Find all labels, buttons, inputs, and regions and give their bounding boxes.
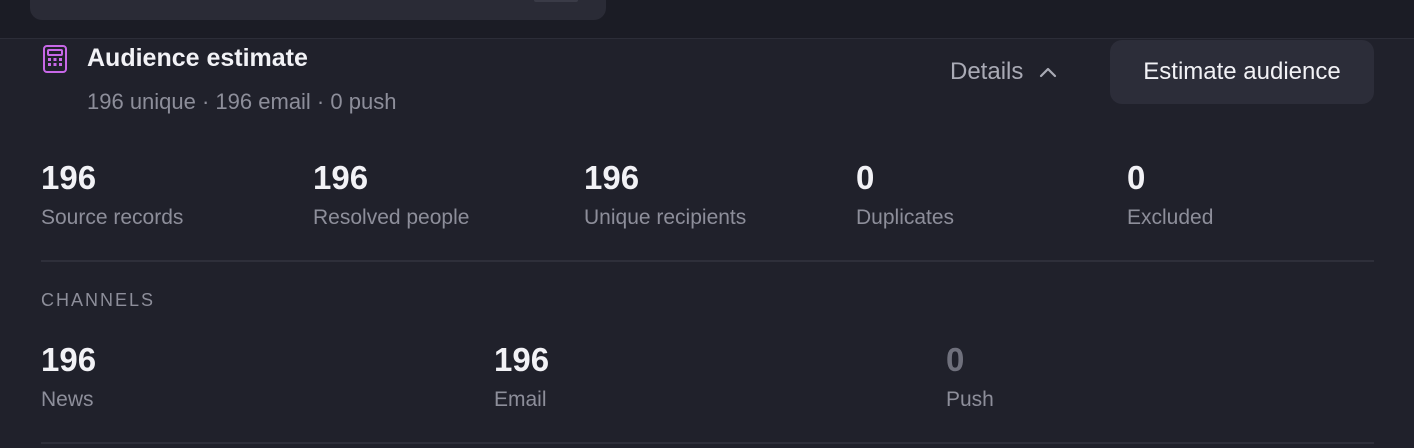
stat-source-records: 196 Source records	[41, 161, 183, 230]
stat-resolved-people: 196 Resolved people	[313, 161, 469, 230]
estimate-audience-button[interactable]: Estimate audience	[1110, 40, 1374, 104]
details-toggle[interactable]: Details	[940, 50, 1069, 94]
details-label: Details	[950, 58, 1024, 85]
stat-label: Unique recipients	[584, 206, 747, 229]
channel-news: 196 News	[41, 343, 96, 412]
previous-input-chip	[534, 0, 578, 2]
channel-email: 196 Email	[494, 343, 549, 412]
stat-value: 196	[41, 159, 97, 196]
stat-value: 196	[584, 159, 640, 196]
stat-label: Source records	[41, 206, 184, 229]
channels-heading: CHANNELS	[41, 290, 156, 310]
channel-value: 0	[946, 341, 965, 378]
stat-label: Resolved people	[313, 206, 470, 229]
previous-section	[0, 0, 1414, 39]
channel-label: News	[41, 388, 94, 411]
stat-value: 0	[856, 159, 875, 196]
channel-value: 196	[494, 341, 550, 378]
chevron-up-icon	[1040, 67, 1057, 78]
stat-unique-recipients: 196 Unique recipients	[584, 161, 746, 230]
channel-value: 196	[41, 341, 97, 378]
stat-duplicates: 0 Duplicates	[856, 161, 954, 230]
divider	[41, 260, 1374, 262]
stat-value: 196	[313, 159, 369, 196]
divider	[41, 442, 1374, 444]
stat-value: 0	[1127, 159, 1146, 196]
stat-label: Duplicates	[856, 206, 955, 229]
stat-label: Excluded	[1127, 206, 1214, 229]
panel-subtitle: 196 unique · 196 email · 0 push	[87, 89, 397, 114]
channel-push: 0 Push	[946, 343, 994, 412]
stat-excluded: 0 Excluded	[1127, 161, 1213, 230]
channel-label: Email	[494, 388, 547, 411]
channel-label: Push	[946, 388, 994, 411]
calculator-icon	[42, 44, 68, 74]
previous-input-field[interactable]	[30, 0, 606, 20]
panel-title: Audience estimate	[87, 44, 308, 72]
